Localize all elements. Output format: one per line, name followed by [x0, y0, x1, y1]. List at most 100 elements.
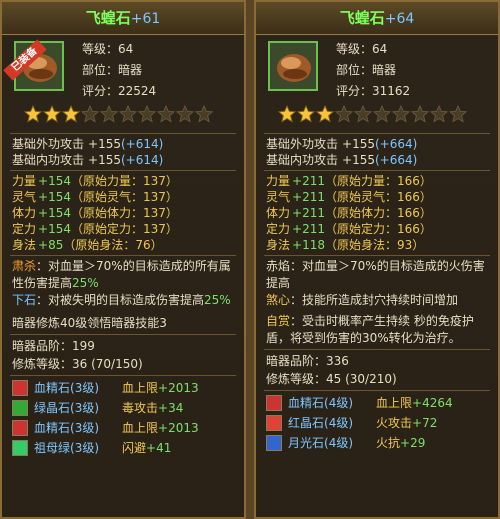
grade-label: 暗器品阶： — [12, 339, 73, 353]
gem-level: (3级) — [70, 441, 100, 455]
star-filled-icon — [297, 105, 315, 123]
effect-text: ：对被失明的目标造成伤害提高 — [36, 293, 205, 307]
gem-row: 祖母绿(3级) 闪避+41 — [2, 438, 244, 458]
attr-label: 定力 — [12, 222, 37, 236]
stat-value: +155 — [342, 153, 375, 167]
attr-original: （原始灵气：137） — [70, 190, 178, 204]
gem-name: 红晶石(4级) — [288, 413, 353, 433]
mastery-text: 暗器修炼40级领悟暗器技能3 — [12, 316, 167, 330]
attribute-row: 定力 +154（原始定力：137） — [12, 221, 234, 237]
attr-original: （原始定力：166） — [324, 222, 432, 236]
attr-value: +118 — [292, 238, 325, 252]
item-name: 飞蝗石 — [339, 9, 385, 27]
star-empty-icon — [81, 105, 99, 123]
item-info: 等级：64 部位：暗器 评分：31162 — [336, 39, 410, 102]
gem-stat-value: +2013 — [158, 421, 199, 435]
gem-row: 绿晶石(3级) 毒攻击+34 — [2, 398, 244, 418]
refine-info: 暗器品阶：336 修炼等级：45 (30/210) — [256, 350, 498, 390]
gem-name: 绿晶石(3级) — [34, 398, 99, 418]
attr-original: （原始身法：93） — [324, 238, 425, 252]
slot-value: 暗器 — [372, 63, 397, 77]
stat-label: 基础外功攻击 — [12, 137, 85, 151]
star-empty-icon — [449, 105, 467, 123]
star-empty-icon — [157, 105, 175, 123]
base-stat-row: 基础内功攻击 +155(+664) — [266, 152, 488, 168]
level-value: 64 — [118, 42, 134, 56]
attr-value: +211 — [292, 222, 325, 236]
attr-label: 身法 — [12, 238, 37, 252]
attr-value: +154 — [38, 222, 71, 236]
gem-level: (3级) — [70, 421, 100, 435]
attr-value: +154 — [38, 174, 71, 188]
gem-name-text: 血精石 — [288, 396, 325, 410]
gem-stat: 毒攻击+34 — [122, 398, 183, 418]
grade-value: 336 — [326, 354, 349, 368]
stone-icon — [277, 54, 311, 82]
effect-value: 25% — [204, 293, 231, 307]
refine-info: 暗器品阶：199 修炼等级：36 (70/150) — [2, 335, 244, 375]
base-stat-row: 基础外功攻击 +155(+614) — [12, 136, 234, 152]
gem-stat: 火抗+29 — [376, 433, 425, 453]
gem-stat-value: +41 — [146, 441, 172, 455]
train-value: 45 (30/210) — [326, 372, 397, 386]
effect-text: ：受击时概率产生持续 秒的免疫护盾，将受到伤害的30%转化为治疗。 — [266, 314, 474, 345]
base-stats: 基础外功攻击 +155(+614) 基础内功攻击 +155(+614) — [2, 134, 244, 170]
attr-original: （原始力量：166） — [324, 174, 432, 188]
effect-name: 煞心 — [266, 293, 291, 307]
gem-stat-value: +72 — [412, 416, 438, 430]
level-value: 64 — [372, 42, 388, 56]
star-filled-icon — [316, 105, 334, 123]
star-rating — [2, 105, 244, 133]
star-empty-icon — [100, 105, 118, 123]
attr-value: +154 — [38, 190, 71, 204]
attribute-stats: 力量 +211（原始力量：166） 灵气 +211（原始灵气：166） 体力 +211（原… — [256, 171, 498, 255]
gem-stat-label: 毒攻击 — [122, 401, 159, 415]
attribute-row: 定力 +211（原始定力：166） — [266, 221, 488, 237]
attr-original: （原始灵气：166） — [324, 190, 432, 204]
stat-value: +155 — [88, 137, 121, 151]
base-stats: 基础外功攻击 +155(+664) 基础内功攻击 +155(+664) — [256, 134, 498, 170]
stat-bonus: (+664) — [374, 137, 418, 151]
gem-stat-value: +4264 — [412, 396, 453, 410]
stat-bonus: (+664) — [374, 153, 418, 167]
gem-level: (4级) — [324, 436, 354, 450]
gem-list: 血精石(3级) 血上限+2013 绿晶石(3级) 毒攻击+34 血精石(3级) 血上限+2… — [2, 376, 244, 458]
gem-icon — [12, 440, 28, 456]
effect-name: 肃杀 — [12, 259, 37, 273]
star-empty-icon — [195, 105, 213, 123]
effect-name: 赤焰 — [266, 259, 291, 273]
gem-icon — [266, 415, 282, 431]
gem-name-text: 祖母绿 — [34, 441, 71, 455]
gem-row: 血精石(3级) 血上限+2013 — [2, 378, 244, 398]
item-icon: 已装备 — [3, 39, 64, 91]
special-effects: 赤焰：对血量＞70%的目标造成的火伤害提高 煞心：技能所造成封穴持续时间增加 自… — [256, 256, 498, 349]
gem-stat-value: +2013 — [158, 381, 199, 395]
item-title: 飞蝗石+64 — [256, 2, 498, 35]
gem-stat: 血上限+2013 — [122, 378, 199, 398]
star-rating — [256, 105, 498, 133]
item-header: 已装备 等级：64 部位：暗器 评分：22524 — [2, 35, 244, 105]
star-empty-icon — [176, 105, 194, 123]
item-header: 等级：64 部位：暗器 评分：31162 — [256, 35, 498, 105]
attribute-row: 灵气 +154（原始灵气：137） — [12, 189, 234, 205]
grade-label: 暗器品阶： — [266, 354, 327, 368]
train-label: 修炼等级： — [266, 372, 327, 386]
gem-icon — [266, 395, 282, 411]
gem-stat-label: 闪避 — [122, 441, 147, 455]
attribute-row: 体力 +211（原始体力：166） — [266, 205, 488, 221]
attr-original: （原始身法：76） — [63, 238, 163, 252]
star-empty-icon — [138, 105, 156, 123]
gem-row: 红晶石(4级) 火攻击+72 — [256, 413, 498, 433]
grade-value: 199 — [72, 339, 95, 353]
star-empty-icon — [119, 105, 137, 123]
attr-original: （原始定力：137） — [70, 222, 178, 236]
gem-stat-label: 血上限 — [122, 421, 159, 435]
item-refine-level: +64 — [384, 11, 415, 27]
gem-row: 血精石(3级) 血上限+2013 — [2, 418, 244, 438]
gem-stat-label: 血上限 — [122, 381, 159, 395]
gem-stat: 火攻击+72 — [376, 413, 437, 433]
attr-label: 力量 — [266, 174, 291, 188]
effect-text: ：对血量＞70%的目标造成的所有属性伤害提高 — [12, 259, 231, 290]
attribute-stats: 力量 +154（原始力量：137） 灵气 +154（原始灵气：137） 体力 +154（原… — [2, 171, 244, 255]
base-stat-row: 基础内功攻击 +155(+614) — [12, 152, 234, 168]
